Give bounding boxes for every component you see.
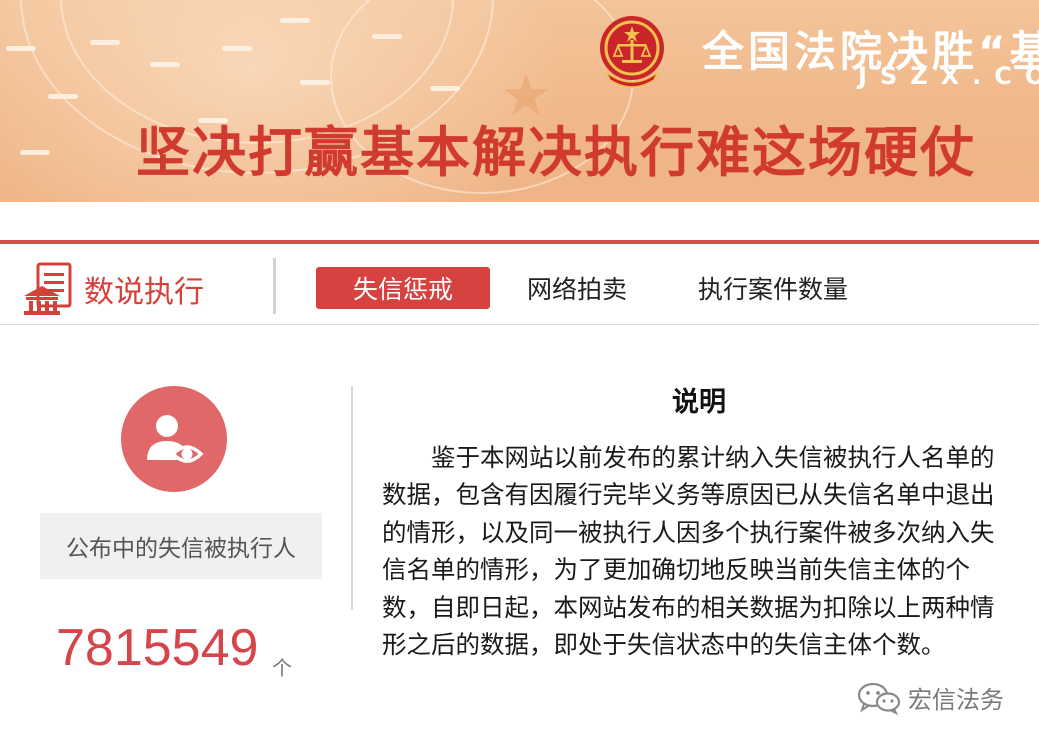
watermark: 宏信法务 <box>856 680 1004 715</box>
tab-enforcement-case-count[interactable]: 执行案件数量 <box>680 267 866 309</box>
nav-top-rule <box>0 240 1039 244</box>
courthouse-document-icon <box>24 262 72 315</box>
explanation-title: 说明 <box>672 387 726 418</box>
watermark-text: 宏信法务 <box>908 686 1004 714</box>
nav-bottom-rule <box>0 324 1039 325</box>
banner-dash <box>90 40 120 45</box>
banner-dash <box>430 86 460 91</box>
tab-online-auction[interactable]: 网络拍卖 <box>508 267 646 309</box>
stat-label: 公布中的失信被执行人 <box>40 513 322 579</box>
banner-dash <box>222 46 252 51</box>
tab-dishonesty-punishment[interactable]: 失信惩戒 <box>316 267 490 309</box>
banner-slogan: 坚决打赢基本解决执行难这场硬仗 <box>136 121 976 184</box>
wechat-icon <box>857 682 901 715</box>
brand[interactable]: 数说执行 <box>22 258 204 320</box>
nav-divider <box>273 258 276 314</box>
stat-icon-circle <box>121 386 227 492</box>
banner-dash <box>20 150 50 155</box>
brand-title: 数说执行 <box>84 275 204 310</box>
banner-dash <box>48 94 78 99</box>
banner-dash <box>280 18 310 23</box>
explanation-body: 鉴于本网站以前发布的累计纳入失信被执行人名单的数据，包含有因履行完毕义务等原因已… <box>382 443 995 660</box>
person-eye-icon <box>147 415 204 463</box>
banner-dash <box>300 80 330 85</box>
court-emblem-icon <box>600 16 664 88</box>
header-banner: ★ 全国法院决胜“基 JSZX.CO 坚决打赢基本解决执行难这场硬仗 <box>0 0 1039 202</box>
stat-unit: 个 <box>272 656 292 680</box>
stat-value: 7815549 <box>56 619 259 677</box>
banner-dash <box>6 46 36 51</box>
banner-url: JSZX.CO <box>858 62 1039 90</box>
banner-dash <box>150 62 180 67</box>
panel-divider <box>351 386 353 610</box>
banner-dash <box>372 34 402 39</box>
